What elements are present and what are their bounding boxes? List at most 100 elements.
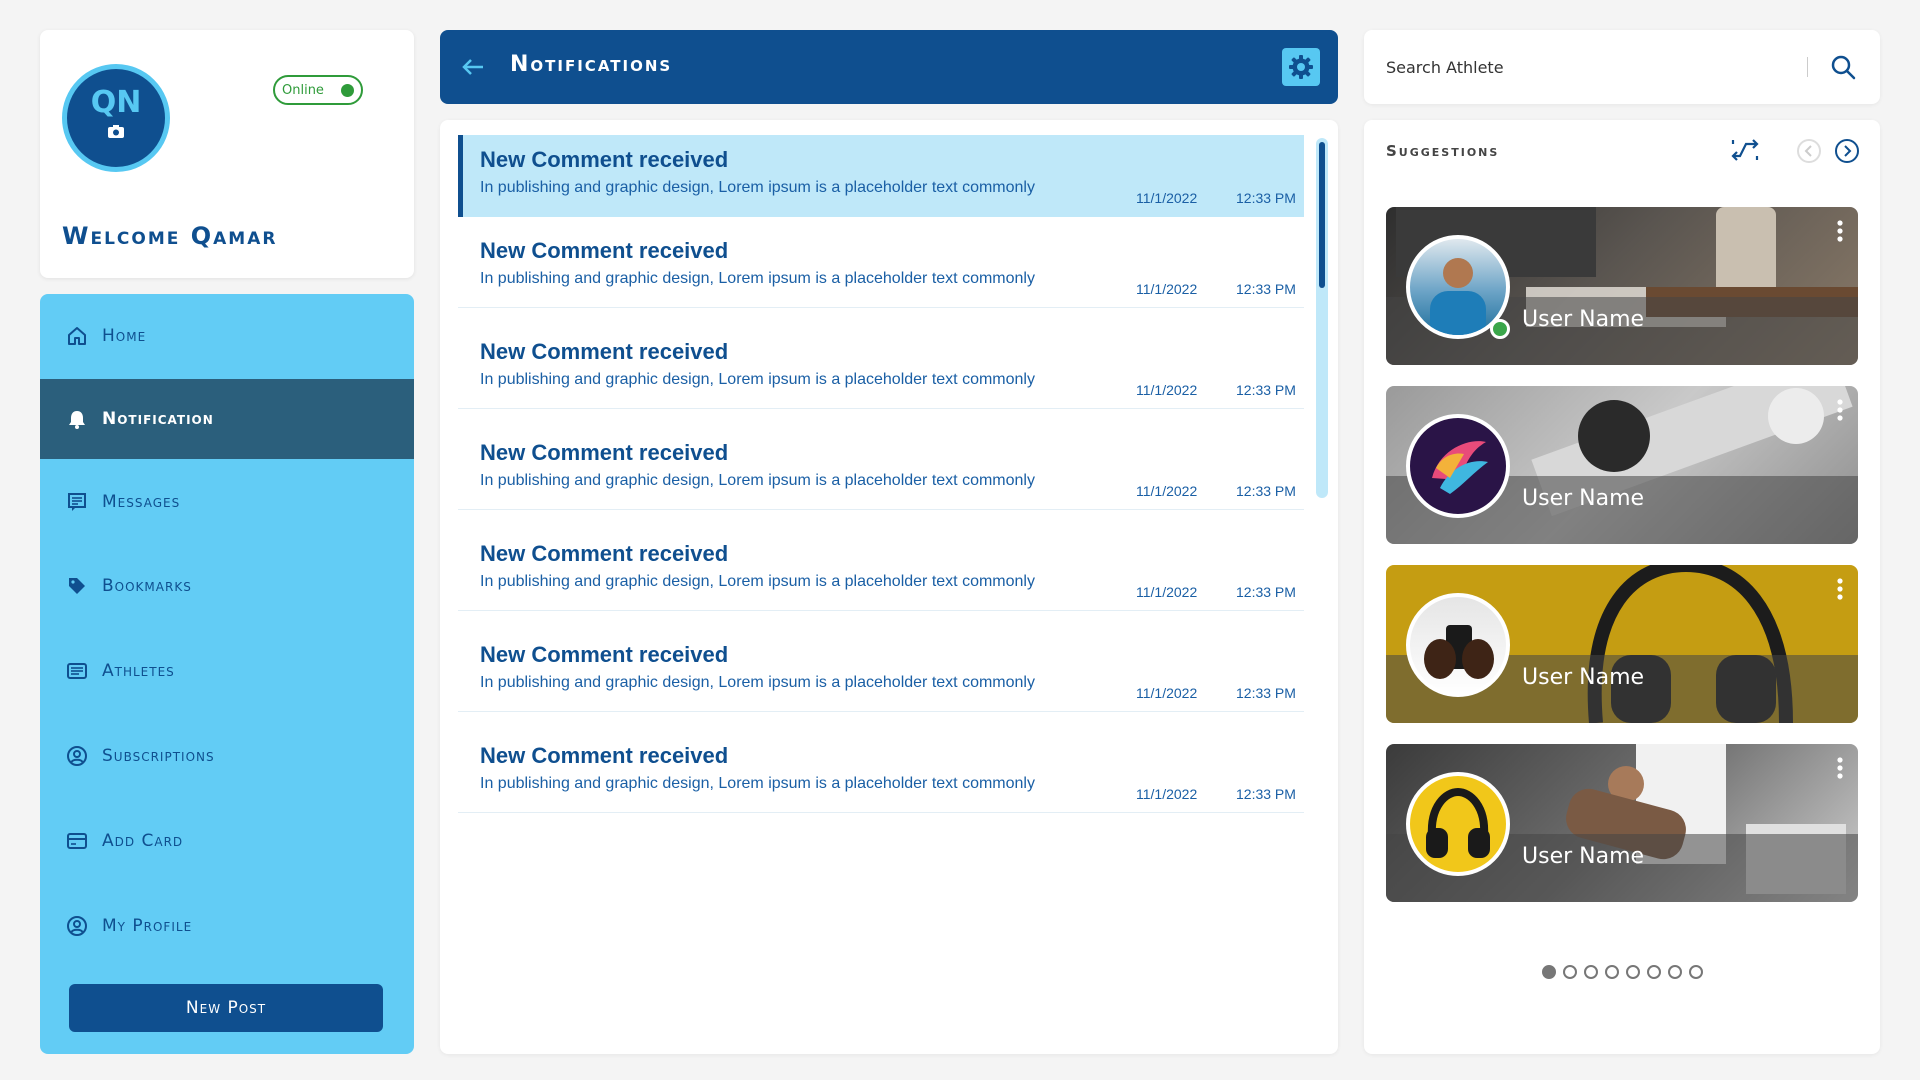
- settings-button[interactable]: [1282, 48, 1320, 86]
- search-input[interactable]: [1386, 50, 1786, 84]
- scrollbar-thumb[interactable]: [1319, 142, 1325, 288]
- notification-time: 12:33 PM: [1236, 483, 1296, 499]
- notification-item[interactable]: New Comment received In publishing and g…: [458, 731, 1304, 813]
- message-icon: [68, 493, 86, 511]
- notification-text: In publishing and graphic design, Lorem …: [480, 371, 1035, 388]
- sidebar-item-notification[interactable]: Notification: [40, 379, 414, 459]
- suggestion-card[interactable]: User Name: [1386, 744, 1858, 902]
- notification-text: In publishing and graphic design, Lorem …: [480, 775, 1035, 792]
- sidebar-item-messages[interactable]: Messages: [40, 462, 414, 542]
- notification-time: 12:33 PM: [1236, 382, 1296, 398]
- user-name: User Name: [1522, 665, 1645, 690]
- sidebar-item-bookmarks[interactable]: Bookmarks: [40, 546, 414, 626]
- sidebar-item-athletes[interactable]: Athletes: [40, 631, 414, 711]
- notification-time: 12:33 PM: [1236, 190, 1296, 206]
- sidebar-item-label: Subscriptions: [102, 746, 215, 766]
- new-post-button[interactable]: New Post: [69, 984, 383, 1032]
- online-status-label: Online: [282, 82, 324, 98]
- notification-date: 11/1/2022: [1136, 483, 1198, 499]
- pagination-dot[interactable]: [1563, 965, 1577, 979]
- sidebar-item-label: Messages: [102, 492, 181, 512]
- bell-icon: [69, 411, 85, 429]
- notification-item[interactable]: New Comment received In publishing and g…: [458, 327, 1304, 409]
- notification-date: 11/1/2022: [1136, 786, 1198, 802]
- notification-title: New Comment received: [480, 238, 729, 263]
- pagination-dot[interactable]: [1689, 965, 1703, 979]
- avatar-initials: QN: [90, 85, 142, 120]
- more-vertical-icon[interactable]: [1836, 219, 1844, 247]
- divider: [1807, 57, 1808, 77]
- notification-text: In publishing and graphic design, Lorem …: [480, 472, 1035, 489]
- search-icon[interactable]: [1830, 54, 1856, 84]
- notification-text: In publishing and graphic design, Lorem …: [480, 674, 1035, 691]
- camera-icon[interactable]: [107, 124, 125, 143]
- notification-date: 11/1/2022: [1136, 382, 1198, 398]
- notification-item[interactable]: New Comment received In publishing and g…: [458, 630, 1304, 712]
- suggestion-card[interactable]: User Name: [1386, 565, 1858, 723]
- sidebar-item-label: My Profile: [102, 916, 193, 936]
- user-circle-icon: [67, 916, 87, 936]
- notification-item[interactable]: New Comment received In publishing and g…: [458, 226, 1304, 308]
- pagination-dot[interactable]: [1647, 965, 1661, 979]
- home-icon: [68, 327, 86, 345]
- notification-date: 11/1/2022: [1136, 190, 1198, 206]
- pagination-dots: [1542, 965, 1703, 979]
- notification-date: 11/1/2022: [1136, 281, 1198, 297]
- suggestions-title: Suggestions: [1386, 142, 1500, 160]
- pagination-dot[interactable]: [1542, 965, 1556, 979]
- list-icon: [67, 663, 87, 679]
- pagination-dot[interactable]: [1605, 965, 1619, 979]
- notification-title: New Comment received: [480, 147, 729, 172]
- more-vertical-icon[interactable]: [1836, 756, 1844, 784]
- more-vertical-icon[interactable]: [1836, 577, 1844, 605]
- profile-card: QN Online Welcome Qamar: [40, 30, 414, 278]
- chevron-left-icon[interactable]: [1796, 138, 1822, 168]
- notification-item[interactable]: New Comment received In publishing and g…: [458, 135, 1304, 217]
- notification-time: 12:33 PM: [1236, 584, 1296, 600]
- user-circle-icon: [67, 746, 87, 766]
- more-vertical-icon[interactable]: [1836, 398, 1844, 426]
- search-bar: [1364, 30, 1880, 104]
- user-name: User Name: [1522, 486, 1645, 511]
- avatar: [1406, 772, 1510, 876]
- suggestion-card[interactable]: User Name: [1386, 207, 1858, 365]
- back-arrow-icon[interactable]: [460, 54, 486, 84]
- sidebar-item-add-card[interactable]: Add Card: [40, 801, 414, 881]
- suggestion-card[interactable]: User Name: [1386, 386, 1858, 544]
- sidebar-item-my-profile[interactable]: My Profile: [40, 886, 414, 966]
- sidebar-item-home[interactable]: Home: [40, 296, 414, 376]
- avatar: [1406, 414, 1510, 518]
- suggestions-panel: Suggestions User Name User Name User Nam…: [1364, 120, 1880, 1054]
- card-icon: [67, 833, 87, 849]
- sidebar-item-label: Bookmarks: [102, 576, 192, 596]
- notifications-header: Notifications: [440, 30, 1338, 104]
- page-title: Notifications: [510, 52, 673, 77]
- notification-date: 11/1/2022: [1136, 584, 1198, 600]
- welcome-title: Welcome Qamar: [62, 222, 278, 250]
- sidebar-item-subscriptions[interactable]: Subscriptions: [40, 716, 414, 796]
- notification-item[interactable]: New Comment received In publishing and g…: [458, 529, 1304, 611]
- notification-title: New Comment received: [480, 339, 729, 364]
- sidebar-item-label: Notification: [102, 409, 214, 429]
- online-status-toggle[interactable]: Online: [273, 75, 363, 105]
- notification-text: In publishing and graphic design, Lorem …: [480, 573, 1035, 590]
- pagination-dot[interactable]: [1626, 965, 1640, 979]
- shuffle-icon[interactable]: [1730, 136, 1762, 168]
- chevron-right-icon[interactable]: [1834, 138, 1860, 168]
- notification-time: 12:33 PM: [1236, 281, 1296, 297]
- notification-item[interactable]: New Comment received In publishing and g…: [458, 428, 1304, 510]
- tag-icon: [69, 578, 85, 594]
- gear-icon: [1289, 55, 1313, 79]
- online-dot: [341, 84, 354, 97]
- pagination-dot[interactable]: [1584, 965, 1598, 979]
- sidebar-nav: Home Notification Messages Bookmarks Ath…: [40, 294, 414, 1054]
- notification-text: In publishing and graphic design, Lorem …: [480, 270, 1035, 287]
- notification-title: New Comment received: [480, 743, 729, 768]
- notification-text: In publishing and graphic design, Lorem …: [480, 179, 1035, 196]
- avatar[interactable]: QN: [62, 64, 170, 172]
- sidebar-item-label: Home: [102, 326, 147, 346]
- pagination-dot[interactable]: [1668, 965, 1682, 979]
- sidebar-item-label: Athletes: [102, 661, 175, 681]
- user-name: User Name: [1522, 307, 1645, 332]
- notification-title: New Comment received: [480, 440, 729, 465]
